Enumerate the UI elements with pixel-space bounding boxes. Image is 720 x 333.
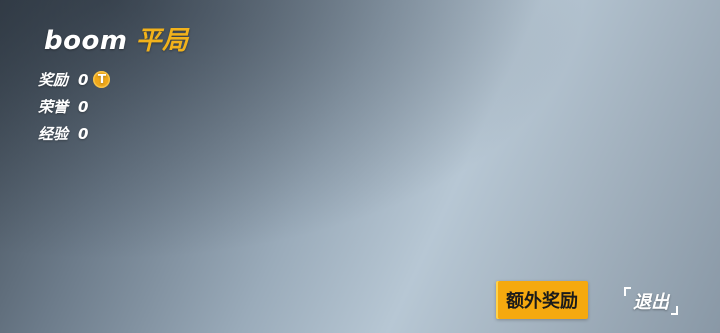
stat-honor-label: 荣誉	[38, 98, 69, 116]
exit-button[interactable]: 退出	[620, 284, 682, 318]
exit-button-label: 退出	[633, 292, 669, 313]
stat-exp-value: 0	[78, 124, 89, 143]
stat-honor: 荣誉 0	[38, 93, 110, 120]
stat-reward-value: 0	[78, 70, 89, 89]
bracket-corner-icon	[624, 287, 631, 296]
match-result-title: boom 平局	[44, 20, 188, 57]
stat-exp: 经验 0	[38, 120, 110, 147]
bracket-corner-icon	[671, 306, 678, 315]
extra-reward-button[interactable]: 额外奖励	[496, 281, 588, 319]
player-name: boom	[44, 26, 128, 56]
stat-exp-label: 经验	[38, 125, 69, 143]
stat-reward: 奖励 0 T	[38, 66, 111, 93]
stat-reward-label: 奖励	[38, 71, 69, 89]
stat-honor-value: 0	[78, 97, 89, 116]
coin-icon: T	[93, 71, 111, 88]
result-label: 平局	[135, 26, 189, 56]
reward-stats: 奖励 0 T 荣誉 0 经验 0	[38, 66, 111, 147]
